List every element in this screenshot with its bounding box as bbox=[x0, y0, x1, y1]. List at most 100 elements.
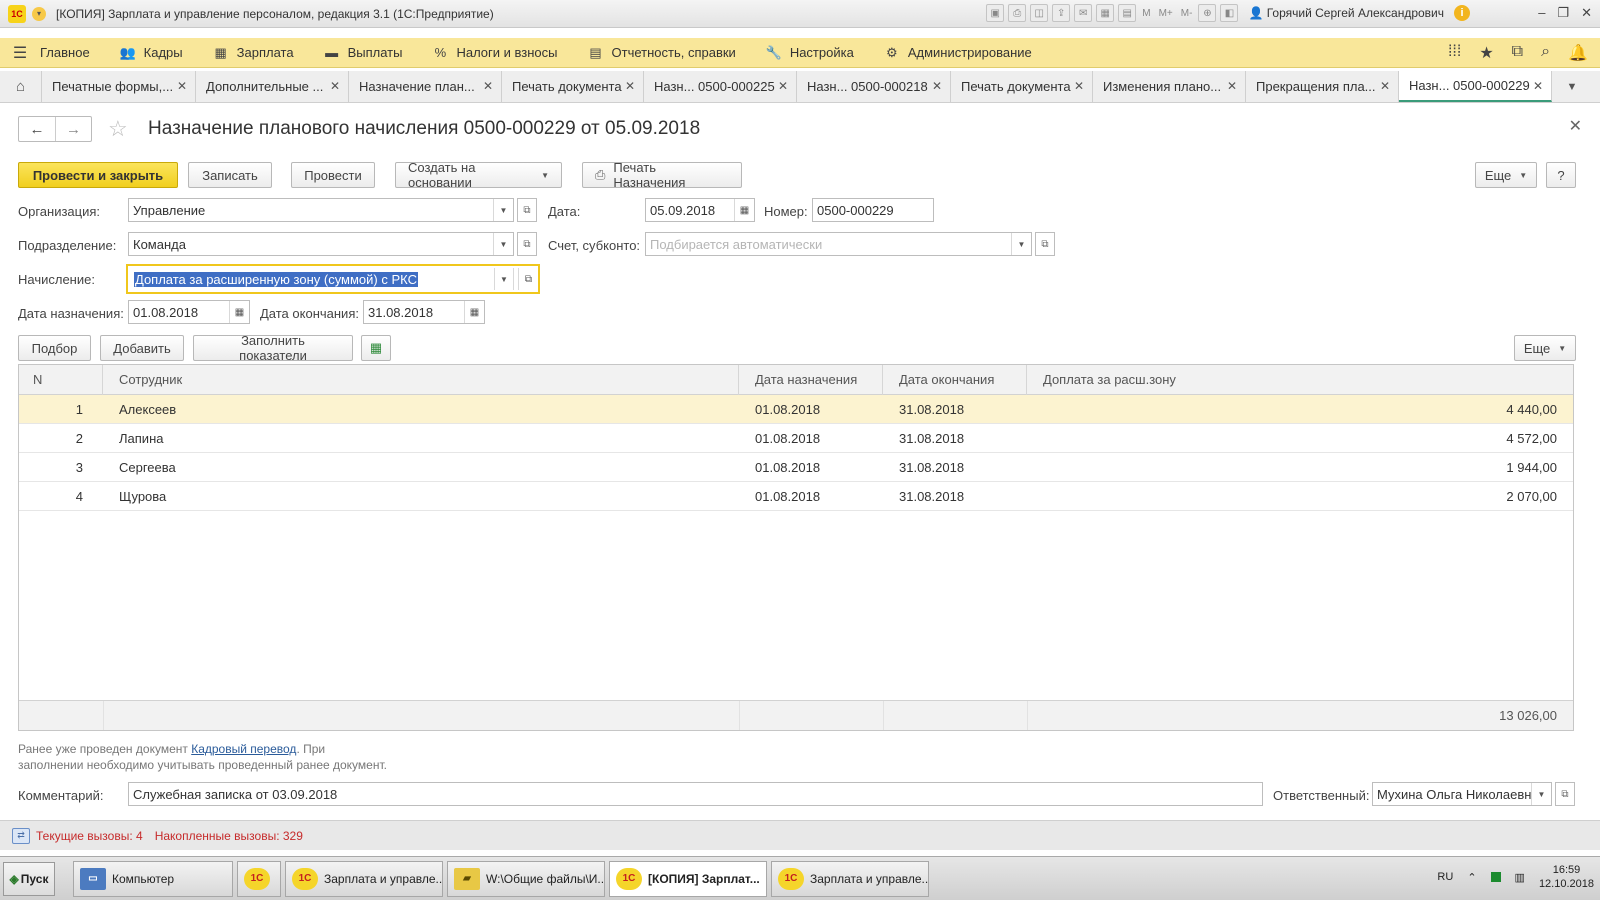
tray-expand-icon[interactable]: ⌃ bbox=[1467, 871, 1476, 884]
clock[interactable]: 16:59 12.10.2018 bbox=[1539, 863, 1594, 891]
column-header-employee[interactable]: Сотрудник bbox=[103, 365, 739, 395]
save-button[interactable]: Записать bbox=[188, 162, 272, 188]
zoom-icon[interactable]: ⊕ bbox=[1198, 4, 1217, 22]
tab-print-document[interactable]: Печать документа ✕ bbox=[502, 71, 644, 102]
preview-icon[interactable]: ◫ bbox=[1030, 4, 1049, 22]
post-button[interactable]: Провести bbox=[291, 162, 375, 188]
calendar-icon[interactable]: ▦ bbox=[464, 301, 484, 323]
print-assignment-button[interactable]: ⎙ Печать Назначения bbox=[582, 160, 742, 190]
tab-close-icon[interactable]: ✕ bbox=[1380, 79, 1390, 93]
table-row[interactable]: 4 Щурова 01.08.2018 31.08.2018 2 070,00 bbox=[19, 482, 1573, 511]
current-user[interactable]: 👤 Горячий Сергей Александрович bbox=[1248, 6, 1444, 20]
tab-print-forms[interactable]: Печатные формы,... ✕ bbox=[42, 71, 196, 102]
taskbar-item-files[interactable]: ▰ W:\Общие файлы\И... bbox=[447, 860, 605, 897]
open-account-icon[interactable]: ⧉ bbox=[1035, 232, 1055, 256]
table-row[interactable]: 2 Лапина 01.08.2018 31.08.2018 4 572,00 bbox=[19, 424, 1573, 453]
column-header-amount[interactable]: Доплата за расш.зону bbox=[1027, 365, 1573, 395]
back-arrow-icon[interactable]: ← bbox=[19, 117, 55, 141]
menu-item-taxes[interactable]: % Налоги и взносы bbox=[432, 45, 558, 60]
fill-indicators-button[interactable]: Заполнить показатели bbox=[193, 333, 353, 363]
tab-additional[interactable]: Дополнительные ... ✕ bbox=[196, 71, 349, 102]
language-indicator[interactable]: RU bbox=[1437, 871, 1453, 883]
spreadsheet-icon[interactable]: ▦ bbox=[1096, 4, 1115, 22]
tray-app-icon[interactable] bbox=[1490, 872, 1501, 882]
info-icon[interactable]: i bbox=[1454, 5, 1470, 21]
taskbar-item-copy-salary[interactable]: 1С [КОПИЯ] Зарплат... bbox=[609, 860, 767, 897]
calendar-icon[interactable]: ▦ bbox=[229, 301, 249, 323]
bell-icon[interactable]: 🔔 bbox=[1568, 43, 1588, 63]
open-responsible-icon[interactable]: ⧉ bbox=[1555, 782, 1575, 806]
open-department-icon[interactable]: ⧉ bbox=[517, 232, 537, 256]
taskbar-item-salary-2[interactable]: 1С Зарплата и управле... bbox=[771, 860, 929, 897]
memory-plus-button[interactable]: M+ bbox=[1157, 4, 1175, 22]
memory-button[interactable]: M bbox=[1140, 4, 1152, 22]
network-icon[interactable]: ▥ bbox=[1515, 871, 1525, 884]
tab-close-icon[interactable]: ✕ bbox=[483, 79, 493, 93]
table-settings-icon[interactable]: ▦ bbox=[361, 335, 391, 361]
tab-close-icon[interactable]: ✕ bbox=[177, 79, 187, 93]
upload-icon[interactable]: ⇪ bbox=[1052, 4, 1071, 22]
add-button[interactable]: Добавить bbox=[100, 335, 184, 361]
menu-item-salary[interactable]: ▦ Зарплата bbox=[213, 45, 293, 61]
taskbar-item-1c-launcher[interactable]: 1С bbox=[237, 860, 281, 897]
taskbar-item-salary-1[interactable]: 1С Зарплата и управле... bbox=[285, 860, 443, 897]
tab-close-icon[interactable]: ✕ bbox=[1074, 79, 1084, 93]
chevron-down-icon[interactable]: ▼ bbox=[1011, 233, 1031, 255]
menu-item-reports[interactable]: ▤ Отчетность, справки bbox=[588, 45, 735, 61]
table-more-button[interactable]: Еще ▼ bbox=[1514, 335, 1576, 361]
open-organization-icon[interactable]: ⧉ bbox=[517, 198, 537, 222]
account-field[interactable]: Подбирается автоматически ▼ bbox=[645, 232, 1032, 256]
menu-item-settings[interactable]: 🔧 Настройка bbox=[766, 45, 854, 61]
menu-item-payments[interactable]: ▬ Выплаты bbox=[324, 45, 402, 60]
tab-close-icon[interactable]: ✕ bbox=[625, 79, 635, 93]
tab-doc-225[interactable]: Назн... 0500-000225 ✕ bbox=[644, 71, 797, 102]
home-icon[interactable]: ⌂ bbox=[0, 71, 42, 102]
save-icon[interactable]: ▣ bbox=[986, 4, 1005, 22]
apps-grid-icon[interactable]: ⁞⁞⁞ bbox=[1448, 43, 1461, 63]
start-date-field[interactable]: 01.08.2018 ▦ bbox=[128, 300, 250, 324]
forward-arrow-icon[interactable]: → bbox=[55, 117, 91, 141]
chevron-down-icon[interactable]: ▼ bbox=[493, 233, 513, 255]
tab-print-document-2[interactable]: Печать документа ✕ bbox=[951, 71, 1093, 102]
end-date-field[interactable]: 31.08.2018 ▦ bbox=[363, 300, 485, 324]
create-based-on-button[interactable]: Создать на основании ▼ bbox=[395, 160, 562, 190]
menu-item-hr[interactable]: 👥 Кадры bbox=[120, 45, 183, 61]
close-window-icon[interactable]: ✕ bbox=[1581, 5, 1592, 21]
search-icon[interactable]: ⌕ bbox=[1541, 43, 1550, 63]
close-form-icon[interactable]: ✕ bbox=[1569, 116, 1582, 136]
column-header-start[interactable]: Дата назначения bbox=[739, 365, 883, 395]
organization-field[interactable]: Управление ▼ bbox=[128, 198, 514, 222]
printer-icon[interactable]: ⎙ bbox=[1008, 4, 1027, 22]
favorite-star-icon[interactable]: ☆ bbox=[108, 116, 128, 142]
hamburger-icon[interactable]: ☰ bbox=[0, 43, 40, 63]
pick-button[interactable]: Подбор bbox=[18, 335, 91, 361]
post-and-close-button[interactable]: Провести и закрыть bbox=[18, 162, 178, 188]
calls-monitor-icon[interactable]: ⇄ bbox=[12, 827, 30, 844]
open-accrual-icon[interactable]: ⧉ bbox=[518, 268, 538, 290]
panels-icon[interactable]: ◧ bbox=[1220, 4, 1239, 22]
menu-item-main[interactable]: Главное bbox=[40, 45, 90, 60]
tab-close-icon[interactable]: ✕ bbox=[330, 79, 340, 93]
calendar-icon[interactable]: ▤ bbox=[1118, 4, 1137, 22]
tab-close-icon[interactable]: ✕ bbox=[778, 79, 788, 93]
accrual-field[interactable]: Доплата за расширенную зону (суммой) с Р… bbox=[126, 264, 540, 294]
column-header-end[interactable]: Дата окончания bbox=[883, 365, 1027, 395]
responsible-field[interactable]: Мухина Ольга Николаевна ▼ bbox=[1372, 782, 1552, 806]
table-row[interactable]: 3 Сергеева 01.08.2018 31.08.2018 1 944,0… bbox=[19, 453, 1573, 482]
minimize-icon[interactable]: – bbox=[1538, 5, 1545, 21]
calendar-icon[interactable]: ▦ bbox=[734, 199, 754, 221]
tabs-more-icon[interactable]: ▼ bbox=[1552, 71, 1592, 102]
restore-icon[interactable]: ❐ bbox=[1557, 5, 1569, 21]
favorites-star-icon[interactable]: ★ bbox=[1479, 43, 1493, 63]
start-button[interactable]: ◈ Пуск bbox=[3, 861, 55, 896]
help-button[interactable]: ? bbox=[1546, 162, 1576, 188]
chevron-down-icon[interactable]: ▼ bbox=[493, 199, 513, 221]
mail-icon[interactable]: ✉ bbox=[1074, 4, 1093, 22]
tab-changes[interactable]: Изменения плано... ✕ bbox=[1093, 71, 1246, 102]
tab-close-icon[interactable]: ✕ bbox=[932, 79, 942, 93]
tab-close-icon[interactable]: ✕ bbox=[1533, 79, 1543, 93]
chevron-down-icon[interactable]: ▼ bbox=[1531, 783, 1551, 805]
column-header-n[interactable]: N bbox=[19, 365, 103, 395]
hr-transfer-link[interactable]: Кадровый перевод bbox=[191, 742, 296, 756]
table-row[interactable]: 1 Алексеев 01.08.2018 31.08.2018 4 440,0… bbox=[19, 395, 1573, 424]
